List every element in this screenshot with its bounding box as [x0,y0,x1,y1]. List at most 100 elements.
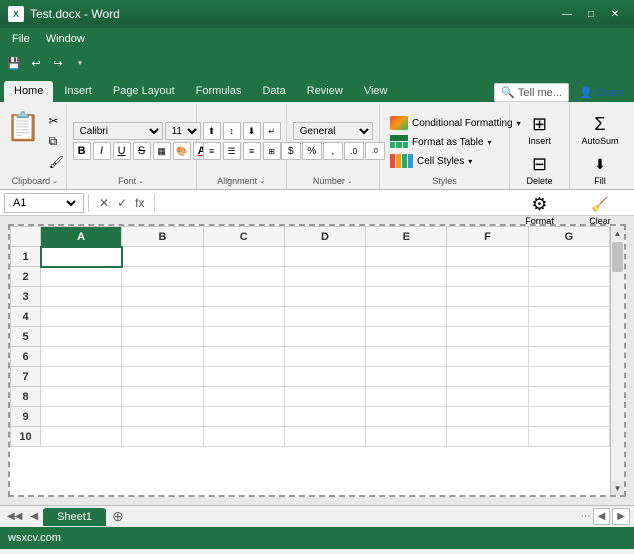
scroll-track[interactable] [611,240,624,481]
clear-button[interactable]: 🧹 Clear [584,190,616,228]
cell-G1[interactable] [528,247,609,267]
cell-C6[interactable] [203,347,284,367]
cell-D2[interactable] [284,267,365,287]
delete-cells-button[interactable]: ⊟ Delete [522,150,556,188]
cell-B1[interactable] [122,247,203,267]
paste-button[interactable]: 📋 [3,108,44,145]
cell-C1[interactable] [203,247,284,267]
undo-button[interactable]: ↩ [26,53,46,73]
comma-button[interactable]: , [323,142,343,160]
cell-E3[interactable] [366,287,447,307]
cell-A1[interactable] [41,247,122,267]
cancel-formula-button[interactable]: ✕ [97,196,111,210]
cell-G6[interactable] [528,347,609,367]
number-expand-icon[interactable]: ⌄ [347,177,353,185]
add-sheet-button[interactable]: ⊕ [108,508,128,525]
cell-F6[interactable] [447,347,528,367]
cell-B4[interactable] [122,307,203,327]
format-cells-button[interactable]: ⚙ Format [521,190,558,228]
menu-file[interactable]: File [4,31,38,47]
number-format-select[interactable]: General [293,122,373,140]
cell-A2[interactable] [41,267,122,287]
col-header-b[interactable]: B [122,227,203,247]
redo-button[interactable]: ↪ [48,53,68,73]
tab-review[interactable]: Review [297,81,353,102]
cell-A6[interactable] [41,347,122,367]
cell-C10[interactable] [203,427,284,447]
cell-A5[interactable] [41,327,122,347]
format-painter-button[interactable]: 🖌 [46,153,67,171]
cell-G2[interactable] [528,267,609,287]
cell-G7[interactable] [528,367,609,387]
cell-F3[interactable] [447,287,528,307]
cell-B7[interactable] [122,367,203,387]
vertical-scrollbar[interactable]: ▲ ▼ [610,226,624,495]
cell-F1[interactable] [447,247,528,267]
cell-D8[interactable] [284,387,365,407]
tab-data[interactable]: Data [252,81,295,102]
cell-E2[interactable] [366,267,447,287]
cell-D5[interactable] [284,327,365,347]
cell-C8[interactable] [203,387,284,407]
insert-cells-button[interactable]: ⊞ Insert [524,110,556,148]
fill-button[interactable]: ⬇ Fill [584,150,616,188]
col-header-e[interactable]: E [366,227,447,247]
sheet-nav-first[interactable]: ◀◀ [4,509,25,524]
autosum-button[interactable]: Σ AutoSum [577,110,622,148]
cell-C2[interactable] [203,267,284,287]
italic-button[interactable]: I [93,142,111,160]
cell-G9[interactable] [528,407,609,427]
merge-cells-button[interactable]: ⊞ [263,142,281,160]
tab-page-layout[interactable]: Page Layout [103,81,185,102]
cell-D3[interactable] [284,287,365,307]
cell-D1[interactable] [284,247,365,267]
fill-color-button[interactable]: 🎨 [173,142,191,160]
sheet-tab-1[interactable]: Sheet1 [43,508,106,526]
cut-button[interactable]: ✂ [46,112,67,130]
cell-F8[interactable] [447,387,528,407]
cell-E7[interactable] [366,367,447,387]
cell-A10[interactable] [41,427,122,447]
cell-D6[interactable] [284,347,365,367]
maximize-button[interactable]: □ [580,5,602,23]
share-button[interactable]: 👤 Share [573,84,630,101]
cell-B2[interactable] [122,267,203,287]
sheet-nav-prev[interactable]: ◀ [27,509,41,524]
cell-C4[interactable] [203,307,284,327]
cell-G5[interactable] [528,327,609,347]
cell-G10[interactable] [528,427,609,447]
tell-me-box[interactable]: 🔍 Tell me... [494,83,569,102]
close-button[interactable]: ✕ [604,5,626,23]
name-box[interactable]: A1 [4,193,84,213]
font-expand-icon[interactable]: ⌄ [138,177,144,185]
tab-home[interactable]: Home [4,81,53,102]
cell-F2[interactable] [447,267,528,287]
col-header-d[interactable]: D [284,227,365,247]
cell-C9[interactable] [203,407,284,427]
tab-formulas[interactable]: Formulas [186,81,252,102]
confirm-formula-button[interactable]: ✓ [115,196,129,210]
align-bottom-button[interactable]: ⬇ [243,122,261,140]
cell-F10[interactable] [447,427,528,447]
cell-B5[interactable] [122,327,203,347]
cell-B9[interactable] [122,407,203,427]
cell-G8[interactable] [528,387,609,407]
name-box-select[interactable]: A1 [9,196,79,210]
font-size-select[interactable]: 11 [165,122,201,140]
text-wrap-button[interactable]: ↵ [263,122,281,140]
align-top-button[interactable]: ⬆ [203,122,221,140]
cell-A3[interactable] [41,287,122,307]
quick-access-dropdown[interactable]: ▾ [70,53,90,73]
cell-C7[interactable] [203,367,284,387]
format-table-button[interactable]: Format as Table ▾ [386,133,496,151]
currency-button[interactable]: $ [281,142,301,160]
alignment-expand-icon[interactable]: ⌄ [259,177,265,185]
cell-E6[interactable] [366,347,447,367]
cell-A4[interactable] [41,307,122,327]
font-name-select[interactable]: Calibri [73,122,163,140]
border-button[interactable]: ▦ [153,142,171,160]
cell-C5[interactable] [203,327,284,347]
cell-F7[interactable] [447,367,528,387]
underline-button[interactable]: U [113,142,131,160]
cell-D7[interactable] [284,367,365,387]
